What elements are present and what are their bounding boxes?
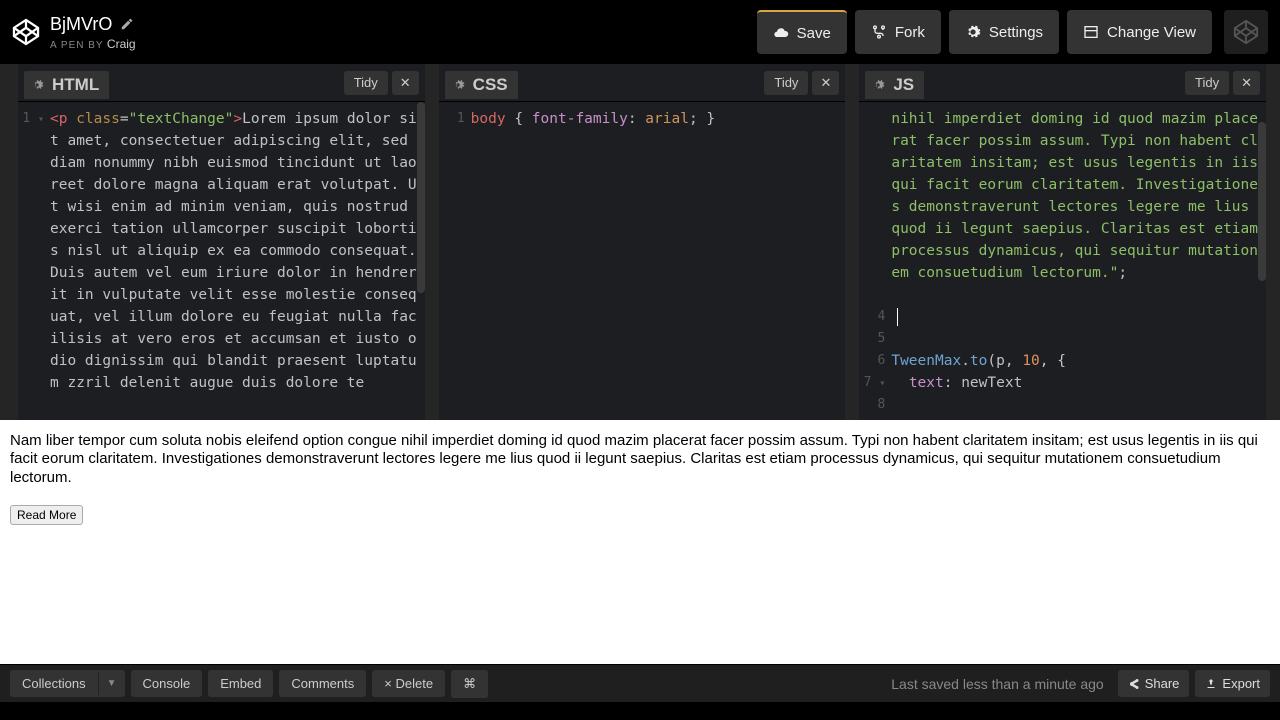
js-editor[interactable]: 4 5 6 7 8 nihil imperdiet doming id quod… xyxy=(859,102,1266,420)
pane-title-css: CSS xyxy=(473,75,508,95)
pen-info: BjMVrO A PEN BY Craig xyxy=(50,14,757,51)
scrollbar[interactable] xyxy=(1258,122,1266,281)
change-view-label: Change View xyxy=(1107,24,1196,41)
line-number: 8 xyxy=(859,394,885,416)
line-number: 5 xyxy=(859,328,885,350)
preview-paragraph: Nam liber tempor cum soluta nobis eleife… xyxy=(10,432,1270,487)
gear-icon[interactable] xyxy=(871,78,885,92)
line-number: 1 xyxy=(457,111,465,126)
save-button[interactable]: Save xyxy=(757,10,847,54)
change-view-button[interactable]: Change View xyxy=(1067,10,1212,54)
html-editor[interactable]: 1 <p class="textChange">Lorem ipsum dolo… xyxy=(18,102,425,420)
user-avatar[interactable] xyxy=(1224,10,1268,54)
css-editor[interactable]: 1 body { font-family: arial; } xyxy=(439,102,846,420)
css-code[interactable]: body { font-family: arial; } xyxy=(469,102,846,420)
export-icon xyxy=(1205,678,1217,690)
close-js-button[interactable]: ✕ xyxy=(1233,71,1260,95)
tidy-html-button[interactable]: Tidy xyxy=(344,71,388,95)
close-html-button[interactable]: ✕ xyxy=(392,71,419,95)
line-number: 4 xyxy=(859,306,885,328)
header: BjMVrO A PEN BY Craig Save Fork Settings… xyxy=(0,0,1280,64)
pen-byline-prefix: A PEN BY xyxy=(50,40,104,51)
shortcuts-button[interactable]: ⌘ xyxy=(451,670,488,698)
console-button[interactable]: Console xyxy=(131,670,203,697)
footer: Collections ▼ Console Embed Comments × D… xyxy=(0,664,1280,702)
gear-icon[interactable] xyxy=(30,78,44,92)
gear-icon[interactable] xyxy=(451,78,465,92)
scrollbar[interactable] xyxy=(417,102,425,293)
text-cursor xyxy=(897,308,898,326)
pane-title-js: JS xyxy=(893,75,914,95)
read-more-button[interactable]: Read More xyxy=(10,505,83,525)
header-buttons: Save Fork Settings Change View xyxy=(757,10,1268,54)
settings-label: Settings xyxy=(989,24,1043,41)
cloud-icon xyxy=(773,25,789,41)
comments-button[interactable]: Comments xyxy=(279,670,366,697)
share-button[interactable]: Share xyxy=(1118,670,1190,697)
share-icon xyxy=(1128,678,1140,690)
fork-label: Fork xyxy=(895,24,925,41)
line-number: 1 xyxy=(22,111,30,126)
export-button[interactable]: Export xyxy=(1195,670,1270,697)
layout-icon xyxy=(1083,24,1099,40)
fork-button[interactable]: Fork xyxy=(855,10,941,54)
export-label: Export xyxy=(1222,676,1260,691)
delete-button[interactable]: × Delete xyxy=(372,670,445,697)
js-code[interactable]: nihil imperdiet doming id quod mazim pla… xyxy=(889,102,1266,420)
pane-title-html: HTML xyxy=(52,75,99,95)
close-css-button[interactable]: ✕ xyxy=(812,71,839,95)
js-pane: JS Tidy ✕ 4 5 6 7 8 nihil imperdiet domi… xyxy=(859,64,1266,420)
settings-button[interactable]: Settings xyxy=(949,10,1059,54)
pen-author[interactable]: Craig xyxy=(107,37,136,51)
collections-dropdown-icon[interactable]: ▼ xyxy=(98,672,125,695)
css-pane: CSS Tidy ✕ 1 body { font-family: arial; … xyxy=(439,64,846,420)
embed-button[interactable]: Embed xyxy=(208,670,273,697)
collections-button[interactable]: Collections xyxy=(10,670,98,697)
pen-title[interactable]: BjMVrO xyxy=(50,14,112,35)
html-pane: HTML Tidy ✕ 1 <p class="textChange">Lore… xyxy=(18,64,425,420)
preview-pane: Nam liber tempor cum soluta nobis eleife… xyxy=(0,420,1280,664)
editor-panes: HTML Tidy ✕ 1 <p class="textChange">Lore… xyxy=(0,64,1280,420)
save-status: Last saved less than a minute ago xyxy=(891,676,1103,692)
html-code[interactable]: <p class="textChange">Lorem ipsum dolor … xyxy=(48,102,425,420)
fork-icon xyxy=(871,24,887,40)
tidy-js-button[interactable]: Tidy xyxy=(1185,71,1229,95)
codepen-logo-icon[interactable] xyxy=(12,18,40,46)
edit-title-icon[interactable] xyxy=(120,17,134,31)
save-label: Save xyxy=(797,25,831,42)
line-number: 7 xyxy=(864,375,872,390)
tidy-css-button[interactable]: Tidy xyxy=(764,71,808,95)
gear-icon xyxy=(965,24,981,40)
line-number: 6 xyxy=(859,350,885,372)
share-label: Share xyxy=(1145,676,1180,691)
